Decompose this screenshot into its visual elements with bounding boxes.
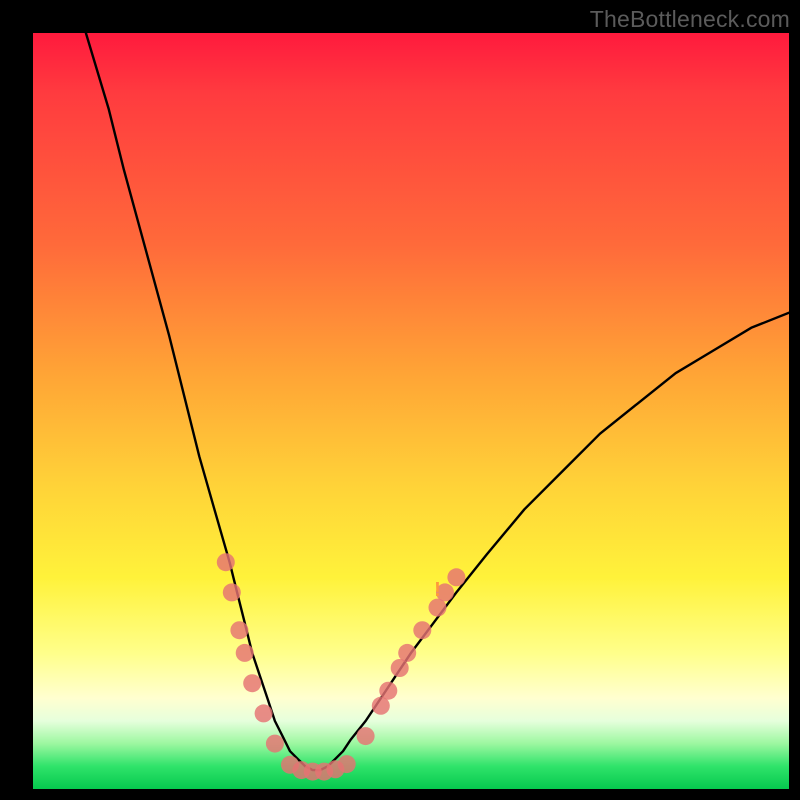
marker-dot [255, 704, 273, 722]
annotation-text: ! [434, 579, 441, 601]
marker-dot [243, 674, 261, 692]
bottleneck-curve [86, 33, 789, 770]
chart-frame: TheBottleneck.com ! [0, 0, 800, 800]
marker-dot [398, 644, 416, 662]
annotation-group: ! [434, 579, 441, 601]
watermark-text: TheBottleneck.com [590, 6, 790, 33]
marker-dot [230, 621, 248, 639]
plot-area: ! [33, 33, 789, 789]
marker-group [217, 553, 466, 780]
marker-dot [357, 727, 375, 745]
marker-dot [236, 644, 254, 662]
marker-dot [217, 553, 235, 571]
marker-dot [338, 755, 356, 773]
marker-dot [266, 735, 284, 753]
marker-dot [223, 583, 241, 601]
marker-dot [447, 568, 465, 586]
marker-dot [379, 682, 397, 700]
chart-svg: ! [33, 33, 789, 789]
marker-dot [413, 621, 431, 639]
